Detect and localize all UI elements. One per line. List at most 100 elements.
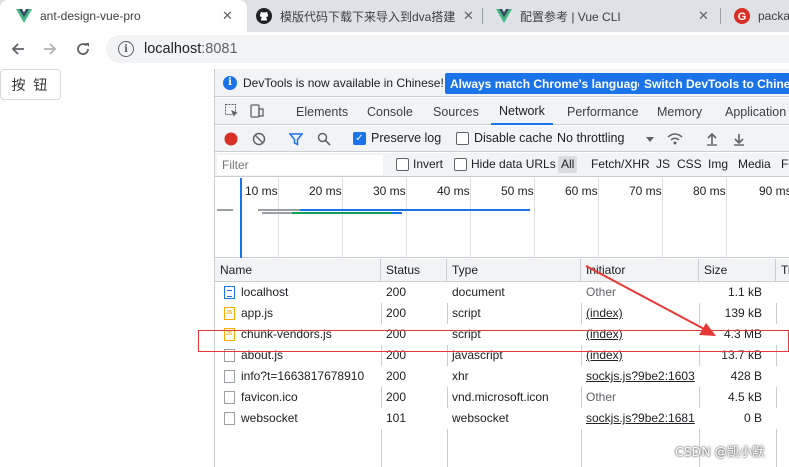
- hide-data-urls-label: Hide data URLs: [471, 157, 556, 171]
- tab-elements[interactable]: Elements: [296, 98, 348, 125]
- cell-initiator: Other: [586, 390, 617, 404]
- browser-tab[interactable]: 配置参考 | Vue CLI ✕: [484, 0, 720, 32]
- switch-to-chinese-button[interactable]: Switch DevTools to Chinese: [639, 73, 789, 94]
- browser-tab-active[interactable]: ant-design-vue-pro ✕: [0, 0, 247, 32]
- table-row[interactable]: info?t=1663817678910 200 xhr sockjs.js?9be2…: [215, 366, 789, 387]
- network-request-table: Name Status Type Initiator Size Ti local…: [215, 259, 789, 467]
- filter-type-img[interactable]: Img: [708, 157, 728, 171]
- cell-status: 200: [386, 306, 407, 320]
- column-header-status[interactable]: Status: [381, 259, 447, 282]
- filter-type-css[interactable]: CSS: [677, 157, 702, 171]
- browser-tab-strip: ant-design-vue-pro ✕ 模版代码下载下来导入到dva搭建 ✕ …: [0, 0, 789, 32]
- forward-arrow-icon[interactable]: [38, 37, 62, 61]
- close-tab-icon[interactable]: ✕: [698, 8, 709, 24]
- table-header: Name Status Type Initiator Size Ti: [215, 259, 789, 282]
- tab-title: 配置参考 | Vue CLI: [520, 9, 621, 24]
- invert-label: Invert: [413, 157, 444, 171]
- timeline-gridline: [342, 178, 343, 258]
- filter-type-fetch-xhr[interactable]: Fetch/XHR: [591, 157, 650, 171]
- export-har-icon[interactable]: [731, 131, 747, 147]
- script-icon: [224, 307, 235, 320]
- tab-performance[interactable]: Performance: [567, 98, 639, 125]
- cell-name[interactable]: app.js: [236, 303, 381, 324]
- cell-initiator: Other: [586, 285, 617, 299]
- tab-application[interactable]: Application: [725, 98, 786, 125]
- network-conditions-icon[interactable]: [667, 131, 683, 147]
- close-tab-icon[interactable]: ✕: [463, 8, 474, 24]
- filter-type-media[interactable]: Media: [738, 157, 771, 171]
- info-icon: i: [223, 75, 237, 90]
- table-row[interactable]: favicon.ico 200 vnd.microsoft.icon Other 4.5…: [215, 387, 789, 408]
- timeline-tick-label: 70 ms: [629, 184, 662, 198]
- devtools-panel: i DevTools is now available in Chinese! …: [214, 69, 789, 467]
- throttling-select[interactable]: No throttling: [557, 131, 624, 145]
- tab-title: packa: [758, 9, 789, 23]
- cell-name[interactable]: websocket: [236, 408, 381, 429]
- inspect-element-icon[interactable]: [224, 103, 240, 119]
- cell-name[interactable]: info?t=1663817678910: [236, 366, 381, 387]
- clear-icon[interactable]: [251, 131, 267, 147]
- tab-memory[interactable]: Memory: [657, 98, 702, 125]
- record-icon[interactable]: [223, 131, 239, 147]
- svg-text:G: G: [738, 11, 747, 23]
- table-row[interactable]: websocket 101 websocket sockjs.js?9be2:1681…: [215, 408, 789, 429]
- back-arrow-icon[interactable]: [6, 37, 30, 61]
- tab-network[interactable]: Network: [491, 98, 553, 125]
- cell-status: 200: [386, 285, 407, 299]
- tab-title: 模版代码下载下来导入到dva搭建: [280, 9, 456, 24]
- page-button[interactable]: 按 钮: [0, 69, 61, 100]
- column-header-initiator[interactable]: Initiator: [581, 259, 699, 282]
- cell-name[interactable]: favicon.ico: [236, 387, 381, 408]
- device-toolbar-icon[interactable]: [249, 103, 265, 119]
- g-logo-icon: G: [734, 8, 750, 24]
- dropdown-arrow-icon[interactable]: [642, 131, 658, 147]
- filter-icon[interactable]: [288, 131, 304, 147]
- cell-initiator[interactable]: (index): [581, 303, 699, 324]
- vue-logo-icon: [496, 8, 512, 24]
- filter-type-font[interactable]: Fo: [781, 157, 789, 171]
- browser-tab[interactable]: 模版代码下载下来导入到dva搭建 ✕: [248, 0, 482, 32]
- table-row[interactable]: localhost 200 document Other 1.1 kB: [215, 282, 789, 303]
- waterfall-bar: [217, 209, 233, 211]
- timeline-tick-label: 10 ms: [245, 184, 278, 198]
- match-language-button[interactable]: Always match Chrome's language: [445, 73, 650, 94]
- infobar-message: DevTools is now available in Chinese!: [243, 75, 444, 90]
- waterfall-bar: [292, 212, 392, 214]
- close-tab-icon[interactable]: ✕: [222, 8, 233, 24]
- waterfall-bar: [258, 209, 300, 211]
- reload-icon[interactable]: [71, 37, 95, 61]
- timeline-gridline: [598, 178, 599, 258]
- address-bar[interactable]: i localhost:8081: [106, 35, 789, 63]
- tab-sources[interactable]: Sources: [433, 98, 479, 125]
- filter-type-all[interactable]: All: [558, 156, 578, 173]
- column-header-type[interactable]: Type: [447, 259, 581, 282]
- url-text: localhost:8081: [144, 41, 238, 57]
- table-row[interactable]: app.js 200 script (index) 139 kB: [215, 303, 789, 324]
- timeline-tick-label: 20 ms: [309, 184, 342, 198]
- hide-data-urls-checkbox[interactable]: [454, 158, 467, 171]
- invert-checkbox[interactable]: [396, 158, 409, 171]
- cell-status: 101: [386, 411, 407, 425]
- cell-name[interactable]: localhost: [236, 282, 381, 303]
- timeline-tick-label: 80 ms: [693, 184, 726, 198]
- filter-type-js[interactable]: JS: [656, 157, 670, 171]
- preserve-log-checkbox[interactable]: ✓: [353, 132, 366, 145]
- browser-tab[interactable]: G packa: [722, 0, 789, 32]
- cell-initiator[interactable]: sockjs.js?9be2:1681: [581, 408, 699, 429]
- tab-console[interactable]: Console: [367, 98, 413, 125]
- column-header-time[interactable]: Ti: [776, 259, 789, 282]
- disable-cache-checkbox[interactable]: [456, 132, 469, 145]
- filter-input[interactable]: [217, 155, 383, 175]
- network-overview-timeline[interactable]: 10 ms 20 ms 30 ms 40 ms 50 ms 60 ms 70 m…: [215, 178, 789, 258]
- site-info-icon[interactable]: i: [118, 41, 134, 57]
- file-icon: [224, 391, 235, 404]
- cell-initiator[interactable]: sockjs.js?9be2:1603: [581, 366, 699, 387]
- cell-status: 200: [386, 369, 407, 383]
- import-har-icon[interactable]: [704, 131, 720, 147]
- timeline-gridline: [406, 178, 407, 258]
- highlight-box: [198, 330, 789, 352]
- search-icon[interactable]: [316, 131, 332, 147]
- watermark: CSDN @凯小默: [675, 444, 765, 459]
- column-header-name[interactable]: Name: [215, 259, 381, 282]
- column-header-size[interactable]: Size: [699, 259, 776, 282]
